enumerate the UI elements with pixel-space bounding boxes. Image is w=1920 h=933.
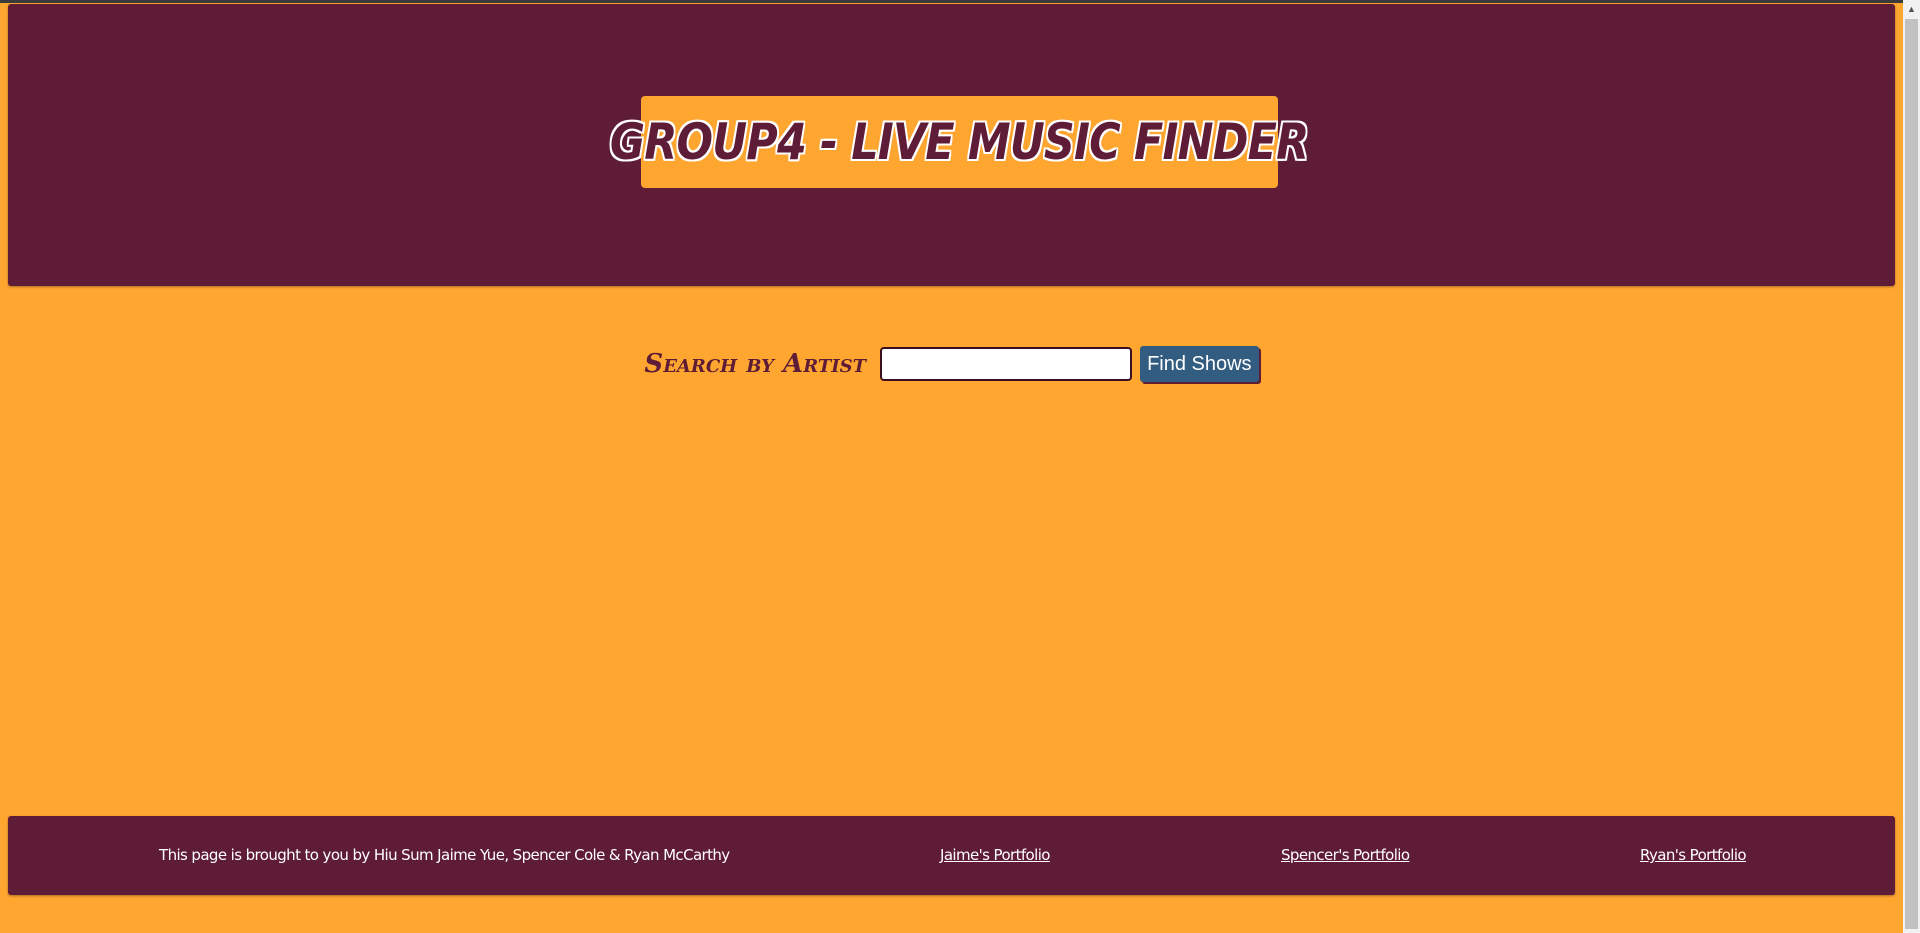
page-title: Group4 - Live Music Finder <box>610 113 1309 171</box>
ryan-portfolio-link[interactable]: Ryan's Portfolio <box>1640 846 1747 864</box>
window-top-border <box>0 0 1920 3</box>
spencer-portfolio-link[interactable]: Spencer's Portfolio <box>1281 846 1410 864</box>
artist-search-input[interactable] <box>880 347 1133 381</box>
find-shows-button[interactable]: Find Shows <box>1140 346 1259 382</box>
search-label: Search by Artist <box>644 349 867 379</box>
scroll-up-arrow-icon[interactable]: ▲ <box>1903 0 1920 17</box>
page-header: Group4 - Live Music Finder <box>8 4 1895 286</box>
title-banner: Group4 - Live Music Finder <box>610 96 1310 188</box>
page-footer: This page is brought to you by Hiu Sum J… <box>8 816 1895 895</box>
search-form: Search by Artist Find Shows <box>0 346 1895 382</box>
vertical-scrollbar[interactable]: ▲ <box>1903 0 1920 933</box>
footer-credit: This page is brought to you by Hiu Sum J… <box>159 846 730 864</box>
jaime-portfolio-link[interactable]: Jaime's Portfolio <box>940 846 1050 864</box>
scrollbar-thumb[interactable] <box>1905 19 1918 929</box>
